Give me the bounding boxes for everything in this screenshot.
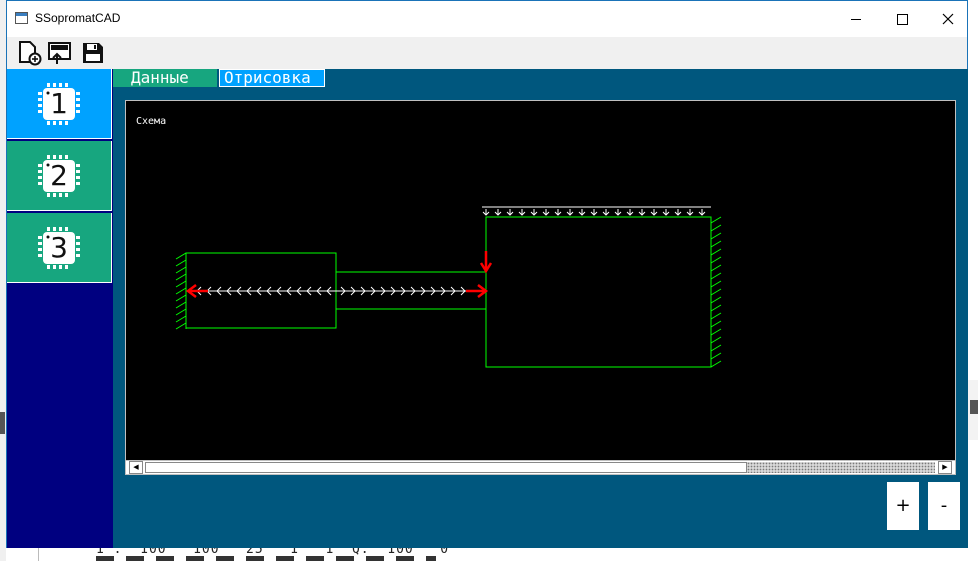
sidebar-item-label: 2 <box>50 159 68 192</box>
concentrated-forces <box>185 251 493 298</box>
tab-drawing[interactable]: Отрисовка <box>219 69 325 87</box>
sidebar: 1 2 3 <box>7 69 113 548</box>
zoom-out-button[interactable]: - <box>928 482 960 530</box>
drawing-canvas[interactable]: Схема ◀ ▶ <box>125 100 956 475</box>
horizontal-scrollbar[interactable]: ◀ ▶ <box>126 460 955 474</box>
beam-rods <box>185 216 712 368</box>
window-title: SSopromatCAD <box>35 11 121 25</box>
app-window: SSopromatCAD 1 2 3 Данные Отрисовка Схем… <box>6 0 968 548</box>
open-file-button[interactable] <box>47 40 73 66</box>
main-panel: Данные Отрисовка Схема ◀ ▶ + - <box>113 69 968 548</box>
desktop-divider <box>38 546 39 561</box>
scroll-right-button[interactable]: ▶ <box>938 461 952 474</box>
minimize-button[interactable] <box>833 1 879 37</box>
app-icon <box>15 12 28 24</box>
sidebar-item-2[interactable]: 2 <box>7 141 112 211</box>
left-support <box>175 252 187 330</box>
right-support <box>710 216 722 368</box>
new-file-icon <box>19 41 42 66</box>
new-file-button[interactable] <box>16 40 42 66</box>
desktop-background-mark <box>0 412 5 434</box>
scroll-left-button[interactable]: ◀ <box>129 461 143 474</box>
sidebar-item-label: 1 <box>50 87 68 120</box>
close-button[interactable] <box>925 1 971 37</box>
title-bar[interactable]: SSopromatCAD <box>7 1 967 37</box>
maximize-button[interactable] <box>879 1 925 37</box>
scroll-track[interactable] <box>747 462 935 473</box>
floppy-disk-icon <box>83 43 103 63</box>
tab-data[interactable]: Данные <box>113 69 217 87</box>
distributed-transverse-load <box>482 206 711 216</box>
beam-diagram <box>175 206 722 368</box>
toolbar <box>7 37 967 69</box>
background-console-text-line <box>96 556 436 561</box>
sidebar-item-label: 3 <box>50 231 68 264</box>
save-button[interactable] <box>80 40 106 66</box>
close-icon <box>942 13 954 25</box>
open-file-icon <box>48 42 71 64</box>
scroll-thumb[interactable] <box>145 462 747 473</box>
sidebar-item-3[interactable]: 3 <box>7 213 112 283</box>
sidebar-item-1[interactable]: 1 <box>7 69 112 139</box>
desktop-background-mark-right <box>970 400 978 414</box>
zoom-in-button[interactable]: + <box>887 482 919 530</box>
